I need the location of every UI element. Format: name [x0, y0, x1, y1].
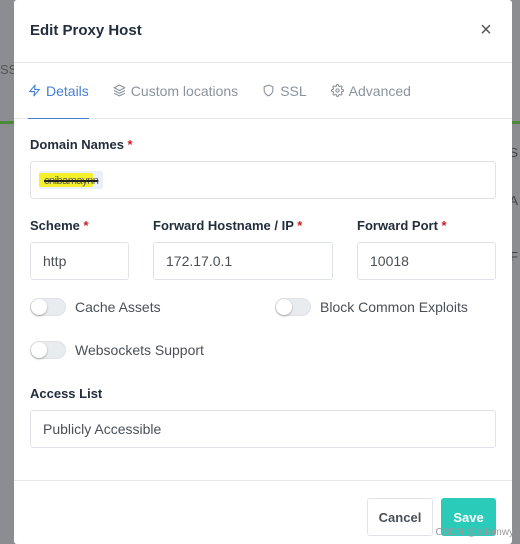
modal-title: Edit Proxy Host	[30, 22, 142, 39]
scheme-value: http	[43, 253, 67, 269]
close-icon[interactable]: ×	[476, 20, 496, 40]
label-text: Forward Port	[357, 218, 438, 233]
forward-hostname-value: 172.17.0.1	[166, 253, 233, 269]
shield-icon	[263, 84, 274, 97]
websockets-toggle-row[interactable]: Websockets Support	[30, 341, 204, 359]
block-exploits-label: Block Common Exploits	[320, 299, 468, 315]
layers-icon	[113, 84, 126, 97]
label-text: Domain Names	[30, 137, 124, 152]
websockets-label: Websockets Support	[75, 342, 204, 358]
background-tab-fragment: SSl	[0, 62, 14, 77]
cache-assets-toggle-row[interactable]: Cache Assets	[30, 298, 161, 316]
gear-icon	[330, 84, 344, 97]
domain-names-label: Domain Names *	[30, 137, 133, 152]
scheme-label: Scheme *	[30, 218, 89, 233]
access-list-label: Access List	[30, 386, 103, 401]
edit-proxy-host-modal: Edit Proxy Host × Details Custom locatio…	[14, 0, 512, 544]
modal-header: Edit Proxy Host ×	[14, 0, 512, 63]
cancel-button[interactable]: Cancel	[367, 498, 433, 536]
domain-names-input[interactable]: cnibamaynn	[30, 161, 496, 199]
forward-port-label: Forward Port *	[357, 218, 447, 233]
tab-custom-locations[interactable]: Custom locations	[113, 63, 238, 118]
tab-label: Advanced	[348, 82, 411, 99]
required-mark: *	[297, 218, 303, 233]
watermark: CSDN @adamwy	[435, 527, 514, 538]
tab-label: Custom locations	[130, 82, 239, 99]
tab-label: SSL	[280, 82, 307, 99]
background-accent-line-right	[512, 121, 520, 124]
block-exploits-toggle[interactable]	[275, 298, 311, 316]
required-mark: *	[83, 218, 89, 233]
tab-bar: Details Custom locations SSL Advanced	[14, 63, 512, 119]
domain-chip-value: cnibamaynn	[44, 175, 99, 187]
scheme-input[interactable]: http	[30, 242, 129, 280]
lightning-icon	[29, 84, 40, 97]
forward-hostname-label: Forward Hostname / IP *	[153, 218, 302, 233]
tab-advanced[interactable]: Advanced	[330, 63, 411, 118]
websockets-toggle[interactable]	[30, 341, 66, 359]
cache-assets-toggle[interactable]	[30, 298, 66, 316]
access-list-select[interactable]: Publicly Accessible	[30, 410, 496, 448]
tab-ssl[interactable]: SSL	[262, 63, 307, 118]
label-text: Scheme	[30, 218, 80, 233]
tab-label: Details	[46, 82, 89, 99]
access-list-value: Publicly Accessible	[43, 421, 162, 437]
label-text: Forward Hostname / IP	[153, 218, 294, 233]
required-mark: *	[441, 218, 447, 233]
cache-assets-label: Cache Assets	[75, 299, 161, 315]
domain-chip[interactable]: cnibamaynn	[39, 171, 104, 189]
required-mark: *	[127, 137, 133, 152]
background-accent-line	[0, 121, 14, 124]
forward-port-input[interactable]: 10018	[357, 242, 496, 280]
block-exploits-toggle-row[interactable]: Block Common Exploits	[275, 298, 468, 316]
forward-hostname-input[interactable]: 172.17.0.1	[153, 242, 333, 280]
tab-details[interactable]: Details	[28, 63, 89, 119]
forward-port-value: 10018	[370, 253, 409, 269]
